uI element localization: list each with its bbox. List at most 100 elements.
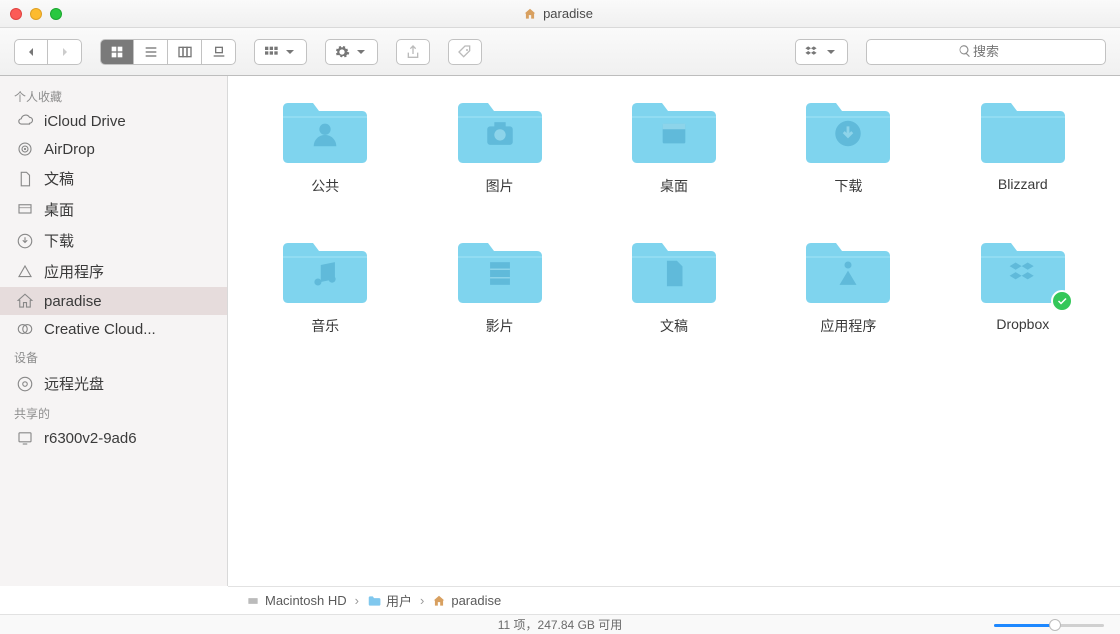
folder-icon (802, 96, 894, 168)
sidebar-section-header: 共享的 (0, 399, 227, 424)
nav-buttons (14, 39, 82, 65)
sidebar-item-r6300v2-9ad6[interactable]: r6300v2-9ad6 (0, 424, 227, 452)
icon-size-slider[interactable] (994, 619, 1104, 631)
tags-button[interactable] (448, 39, 482, 65)
status-count: 11 项， (498, 616, 538, 633)
home-icon (523, 7, 537, 21)
folder-icon (628, 96, 720, 168)
forward-button[interactable] (48, 39, 82, 65)
sidebar-item-label: 下载 (44, 230, 74, 251)
path-segment[interactable]: Macintosh HD (246, 593, 347, 608)
folder-item[interactable]: 下载 (781, 96, 915, 196)
folder-item[interactable]: Blizzard (956, 96, 1090, 196)
path-separator: › (420, 593, 424, 608)
sidebar-item-airdrop[interactable]: AirDrop (0, 135, 227, 163)
traffic-lights (10, 8, 62, 20)
fullscreen-window-button[interactable] (50, 8, 62, 20)
arrange-button[interactable] (254, 39, 307, 65)
path-bar: Macintosh HD › 用户 › paradise (228, 586, 1120, 614)
path-label: Macintosh HD (265, 593, 347, 608)
folder-icon (279, 236, 371, 308)
sidebar-item-icloud-drive[interactable]: iCloud Drive (0, 107, 227, 135)
folder-item[interactable]: Dropbox (956, 236, 1090, 336)
folder-label: 公共 (311, 176, 339, 196)
path-label: paradise (451, 593, 501, 608)
home-icon (16, 292, 34, 310)
desktop-icon (16, 201, 34, 219)
folder-item[interactable]: 文稿 (607, 236, 741, 336)
chevron-down-icon (282, 44, 298, 60)
cc-icon (16, 320, 34, 338)
folder-label: Dropbox (996, 316, 1049, 332)
doc-icon (16, 170, 34, 188)
action-button[interactable] (325, 39, 378, 65)
titlebar: paradise (0, 0, 1120, 28)
chevron-down-icon (353, 44, 369, 60)
folder-icon (279, 96, 371, 168)
disc-icon (16, 375, 34, 393)
hd-icon (246, 594, 260, 608)
folder-label: Blizzard (998, 176, 1048, 192)
sidebar-item-label: Creative Cloud... (44, 321, 156, 338)
folder-icon (367, 594, 381, 608)
list-view-button[interactable] (134, 39, 168, 65)
list-view-icon (143, 44, 159, 60)
search-input[interactable] (866, 39, 1106, 65)
column-view-icon (177, 44, 193, 60)
search-icon (958, 44, 972, 58)
sidebar-item-label: 应用程序 (44, 261, 104, 282)
status-space: 247.84 GB 可用 (538, 616, 623, 633)
sidebar-item--[interactable]: 下载 (0, 225, 227, 256)
column-view-button[interactable] (168, 39, 202, 65)
sidebar-item-label: AirDrop (44, 141, 95, 158)
share-icon (405, 44, 421, 60)
path-separator: › (355, 593, 359, 608)
folder-item[interactable]: 公共 (258, 96, 392, 196)
sidebar-item-label: 桌面 (44, 199, 74, 220)
sidebar-item-creative-cloud-[interactable]: Creative Cloud... (0, 315, 227, 343)
path-segment[interactable]: 用户 (367, 591, 412, 610)
folder-label: 桌面 (660, 176, 688, 196)
arrange-icon (263, 44, 279, 60)
airdrop-icon (16, 140, 34, 158)
sidebar-item-label: 文稿 (44, 168, 74, 189)
tag-icon (457, 44, 473, 60)
back-button[interactable] (14, 39, 48, 65)
sidebar-section-header: 个人收藏 (0, 82, 227, 107)
folder-item[interactable]: 应用程序 (781, 236, 915, 336)
gear-icon (334, 44, 350, 60)
folder-label: 下载 (834, 176, 862, 196)
sidebar-item--[interactable]: 文稿 (0, 163, 227, 194)
icon-view-button[interactable] (100, 39, 134, 65)
folder-label: 应用程序 (820, 316, 876, 336)
folder-icon (977, 236, 1069, 308)
sidebar-item--[interactable]: 远程光盘 (0, 368, 227, 399)
window-title: paradise (62, 6, 1054, 21)
folder-label: 音乐 (311, 316, 339, 336)
folder-label: 文稿 (660, 316, 688, 336)
folder-label: 图片 (486, 176, 514, 196)
folder-item[interactable]: 音乐 (258, 236, 392, 336)
folder-item[interactable]: 图片 (432, 96, 566, 196)
folder-icon (454, 96, 546, 168)
content-area[interactable]: 公共 图片 桌面 下载 Blizzard 音乐 影片文稿 应用程序 Dropbox (228, 76, 1120, 586)
sidebar-item-label: r6300v2-9ad6 (44, 430, 137, 447)
coverflow-view-button[interactable] (202, 39, 236, 65)
share-button[interactable] (396, 39, 430, 65)
path-segment[interactable]: paradise (432, 593, 501, 608)
sidebar-item--[interactable]: 桌面 (0, 194, 227, 225)
folder-item[interactable]: 影片 (432, 236, 566, 336)
home-icon (432, 594, 446, 608)
close-window-button[interactable] (10, 8, 22, 20)
window-title-text: paradise (543, 6, 593, 21)
sidebar-item--[interactable]: 应用程序 (0, 256, 227, 287)
dropbox-button[interactable] (795, 39, 848, 65)
toolbar (0, 28, 1120, 76)
download-icon (16, 232, 34, 250)
sidebar-item-paradise[interactable]: paradise (0, 287, 227, 315)
sidebar-item-label: iCloud Drive (44, 113, 126, 130)
minimize-window-button[interactable] (30, 8, 42, 20)
folder-item[interactable]: 桌面 (607, 96, 741, 196)
folder-icon (977, 96, 1069, 168)
search-field[interactable] (866, 39, 1106, 65)
